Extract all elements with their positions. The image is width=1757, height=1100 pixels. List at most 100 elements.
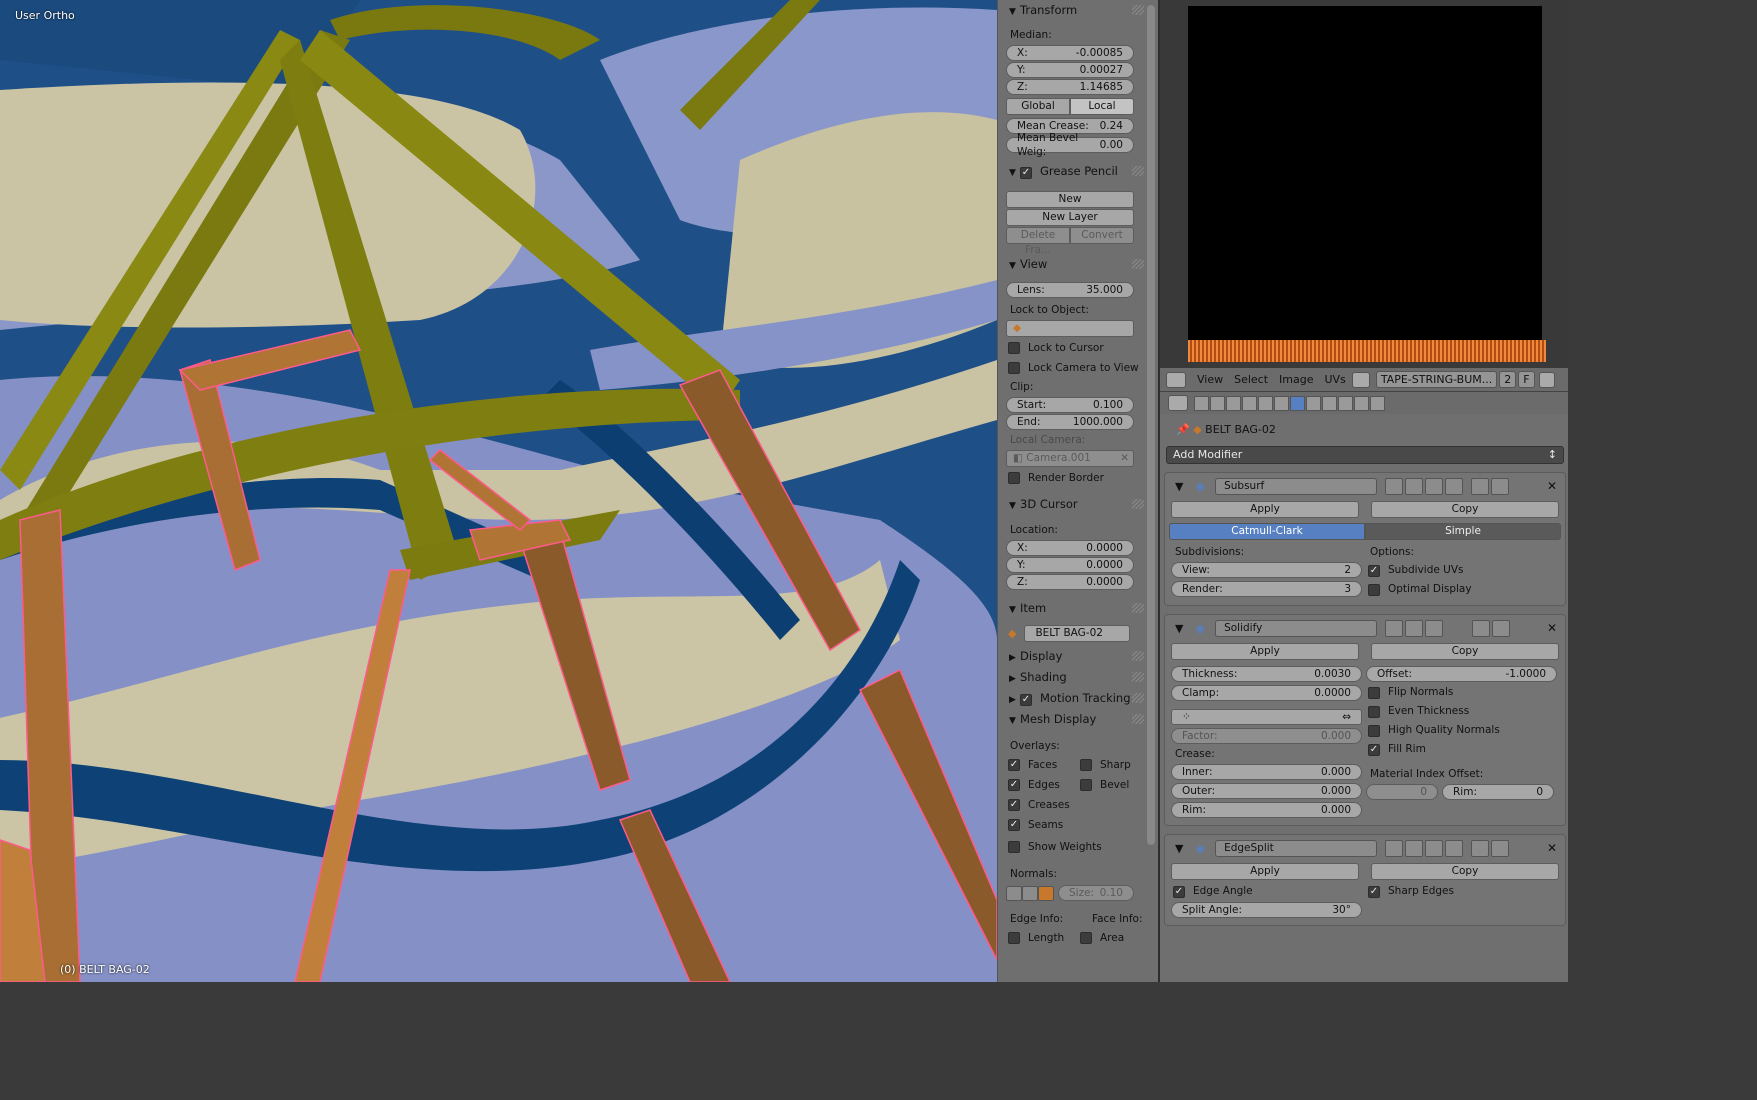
- faces-checkbox[interactable]: Faces: [998, 755, 1070, 775]
- viewport-toggle-icon[interactable]: [1405, 839, 1424, 857]
- image-users-count[interactable]: 2: [1499, 371, 1517, 388]
- drag-grip-icon[interactable]: [1132, 259, 1144, 269]
- scene-tab-icon[interactable]: [1226, 395, 1241, 411]
- local-camera-field[interactable]: ◧ Camera.001 ✕: [1006, 450, 1134, 467]
- apply-button[interactable]: Apply: [1171, 863, 1359, 880]
- motion-tracking-header[interactable]: ▶ Motion Tracking: [998, 688, 1158, 708]
- uv-image-editor[interactable]: [1160, 0, 1568, 368]
- physics-tab-icon[interactable]: [1370, 395, 1385, 411]
- flip-normals-checkbox[interactable]: Flip Normals: [1364, 683, 1559, 702]
- length-checkbox[interactable]: Length: [998, 928, 1070, 948]
- render-toggle-icon[interactable]: [1385, 839, 1404, 857]
- copy-button[interactable]: Copy: [1371, 501, 1559, 518]
- face-normal-icon[interactable]: [1038, 885, 1054, 901]
- menu-image[interactable]: Image: [1279, 373, 1313, 386]
- grease-pencil-checkbox[interactable]: [1020, 167, 1032, 179]
- constraints-tab-icon[interactable]: [1274, 395, 1289, 411]
- image-browse-icon[interactable]: [1351, 371, 1370, 388]
- material-offset-field[interactable]: 0: [1366, 784, 1438, 800]
- collapse-arrow-icon[interactable]: ▼: [1175, 622, 1183, 635]
- copy-button[interactable]: Copy: [1371, 863, 1559, 880]
- catmull-clark-button[interactable]: Catmull-Clark: [1169, 523, 1365, 540]
- motion-tracking-checkbox[interactable]: [1020, 694, 1032, 706]
- clip-end-field[interactable]: End: 1000.000: [1006, 414, 1134, 430]
- copy-button[interactable]: Copy: [1371, 643, 1559, 660]
- world-tab-icon[interactable]: [1242, 395, 1257, 411]
- drag-grip-icon[interactable]: [1132, 499, 1144, 509]
- vertex-group-field[interactable]: ⁘ ⇔: [1171, 709, 1362, 725]
- global-button[interactable]: Global: [1006, 98, 1070, 115]
- item-header[interactable]: ▼ Item: [998, 598, 1158, 618]
- material-tab-icon[interactable]: [1322, 395, 1337, 411]
- rim-crease-field[interactable]: Rim: 0.000: [1171, 802, 1362, 818]
- modifier-name-field[interactable]: Solidify: [1215, 619, 1378, 637]
- sharp-edges-checkbox[interactable]: Sharp Edges: [1364, 882, 1559, 901]
- remove-modifier-icon[interactable]: ✕: [1547, 479, 1557, 493]
- transform-header[interactable]: ▼ Transform: [998, 0, 1158, 20]
- bevel-checkbox[interactable]: Bevel: [1070, 775, 1142, 795]
- move-up-icon[interactable]: [1471, 477, 1490, 495]
- display-header[interactable]: ▶ Display: [998, 646, 1158, 666]
- sharp-checkbox[interactable]: Sharp: [1070, 755, 1142, 775]
- drag-grip-icon[interactable]: [1132, 672, 1144, 682]
- median-y-field[interactable]: Y: 0.00027: [1006, 62, 1134, 78]
- factor-field[interactable]: Factor: 0.000: [1171, 728, 1362, 744]
- cage-toggle-icon[interactable]: [1445, 477, 1464, 495]
- clip-start-field[interactable]: Start: 0.100: [1006, 397, 1134, 413]
- new-layer-button[interactable]: New Layer: [1006, 209, 1134, 226]
- grease-pencil-new-button[interactable]: New: [1006, 191, 1134, 208]
- particles-tab-icon[interactable]: [1354, 395, 1369, 411]
- edges-checkbox[interactable]: Edges: [998, 775, 1070, 795]
- cursor-y-field[interactable]: Y: 0.0000: [1006, 557, 1134, 573]
- menu-view[interactable]: View: [1197, 373, 1223, 386]
- lock-camera-checkbox[interactable]: Lock Camera to View: [998, 358, 1158, 378]
- data-tab-icon[interactable]: [1306, 395, 1321, 411]
- drag-grip-icon[interactable]: [1132, 651, 1144, 661]
- move-up-icon[interactable]: [1472, 619, 1491, 637]
- view-levels-field[interactable]: View: 2: [1171, 562, 1362, 578]
- apply-button[interactable]: Apply: [1171, 501, 1359, 518]
- object-tab-icon[interactable]: [1258, 395, 1273, 411]
- image-name-field[interactable]: TAPE-STRING-BUM...: [1375, 371, 1498, 388]
- modifier-name-field[interactable]: Subsurf: [1215, 477, 1378, 495]
- optimal-display-checkbox[interactable]: Optimal Display: [1364, 580, 1559, 599]
- lock-to-cursor-checkbox[interactable]: Lock to Cursor: [998, 338, 1158, 358]
- new-image-icon[interactable]: [1538, 371, 1555, 388]
- normal-size-field[interactable]: Size: 0.10: [1058, 885, 1134, 901]
- modifiers-tab-icon[interactable]: [1290, 395, 1305, 411]
- render-tab-icon[interactable]: [1194, 395, 1209, 411]
- vertex-normal-icon[interactable]: [1006, 885, 1022, 901]
- render-levels-field[interactable]: Render: 3: [1171, 581, 1362, 597]
- thickness-field[interactable]: Thickness: 0.0030: [1171, 666, 1362, 682]
- subdivide-uvs-checkbox[interactable]: Subdivide UVs: [1364, 561, 1559, 580]
- median-x-field[interactable]: X: -0.00085: [1006, 45, 1134, 61]
- simple-button[interactable]: Simple: [1365, 523, 1561, 540]
- drag-grip-icon[interactable]: [1132, 714, 1144, 724]
- move-down-icon[interactable]: [1491, 477, 1510, 495]
- editor-type-icon[interactable]: [1168, 395, 1188, 411]
- convert-button[interactable]: Convert: [1070, 227, 1134, 244]
- material-rim-field[interactable]: Rim: 0: [1442, 784, 1554, 800]
- remove-modifier-icon[interactable]: ✕: [1547, 621, 1557, 635]
- creases-checkbox[interactable]: Creases: [998, 795, 1158, 815]
- clear-icon[interactable]: ✕: [1120, 451, 1129, 466]
- viewport-toggle-icon[interactable]: [1405, 477, 1424, 495]
- median-z-field[interactable]: Z: 1.14685: [1006, 79, 1134, 95]
- render-layers-tab-icon[interactable]: [1210, 395, 1225, 411]
- split-angle-field[interactable]: Split Angle: 30°: [1171, 902, 1362, 918]
- shading-header[interactable]: ▶ Shading: [998, 667, 1158, 687]
- editmode-toggle-icon[interactable]: [1425, 839, 1444, 857]
- render-toggle-icon[interactable]: [1385, 619, 1404, 637]
- offset-field[interactable]: Offset: -1.0000: [1366, 666, 1557, 682]
- show-weights-checkbox[interactable]: Show Weights: [998, 837, 1158, 857]
- modifier-name-field[interactable]: EdgeSplit: [1215, 839, 1378, 857]
- fill-rim-checkbox[interactable]: Fill Rim: [1364, 740, 1559, 759]
- editor-type-icon[interactable]: [1166, 371, 1186, 388]
- area-checkbox[interactable]: Area: [1070, 928, 1142, 948]
- cage-toggle-icon[interactable]: [1445, 839, 1464, 857]
- outer-crease-field[interactable]: Outer: 0.000: [1171, 783, 1362, 799]
- editmode-toggle-icon[interactable]: [1425, 477, 1444, 495]
- mesh-display-header[interactable]: ▼ Mesh Display: [998, 709, 1158, 729]
- clamp-field[interactable]: Clamp: 0.0000: [1171, 685, 1362, 701]
- edge-angle-checkbox[interactable]: Edge Angle: [1169, 882, 1364, 901]
